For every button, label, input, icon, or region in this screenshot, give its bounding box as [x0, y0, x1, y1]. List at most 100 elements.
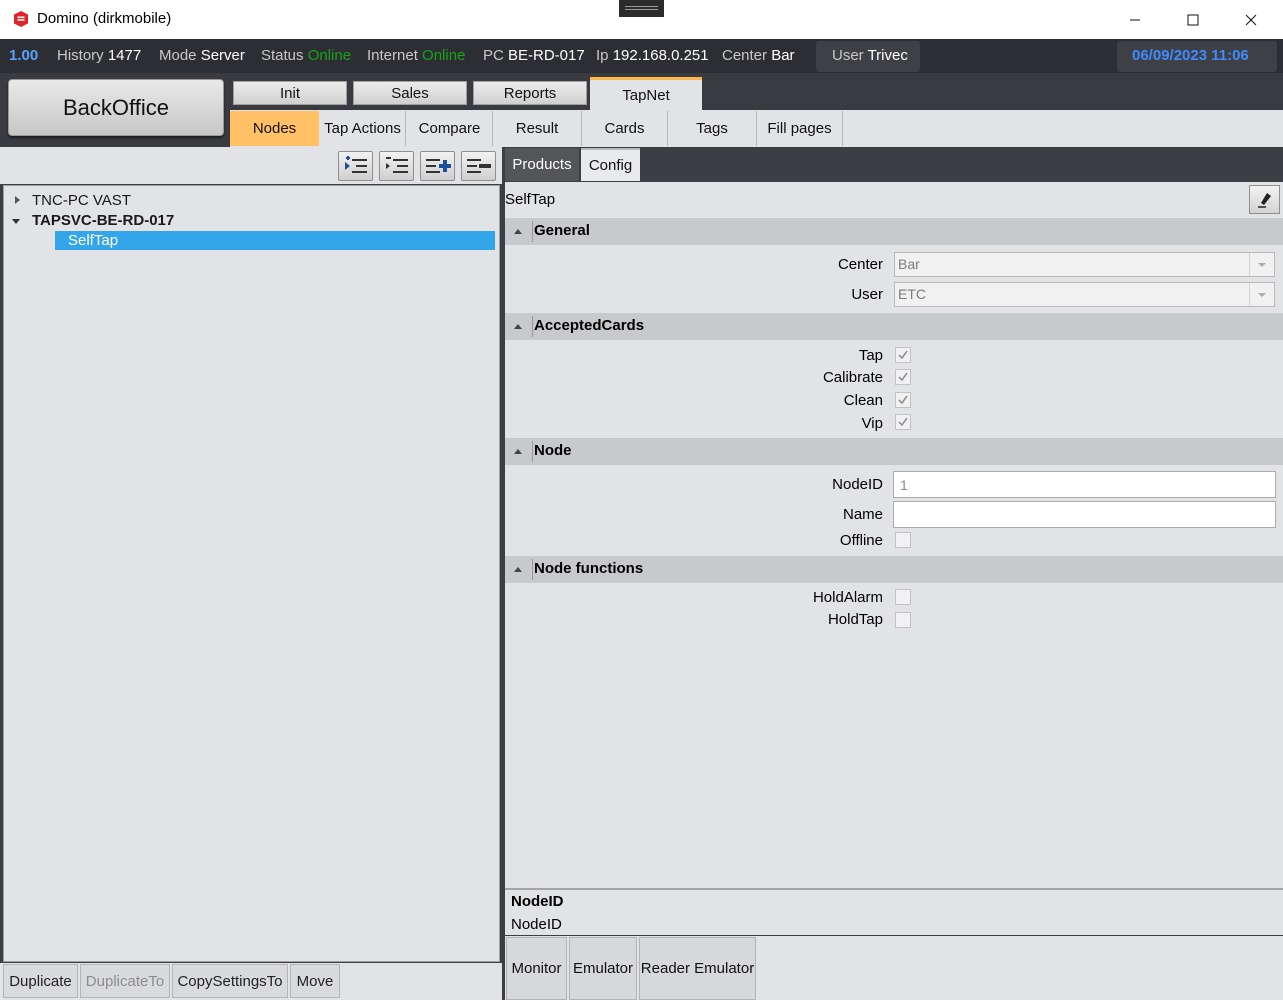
ip-label: Ip 192.168.0.251 [596, 47, 709, 64]
expand-all-button[interactable] [338, 151, 373, 181]
internet-label: Internet Online [367, 47, 466, 64]
chevron-down-icon [1258, 292, 1266, 297]
collapse-all-button[interactable] [379, 151, 414, 181]
center-combo[interactable]: Bar [894, 252, 1275, 277]
pencil-icon [1257, 192, 1271, 208]
nodeid-value: 1 [900, 477, 908, 493]
user-combo-value: ETC [898, 286, 926, 302]
subtab-fill-pages[interactable]: Fill pages [757, 111, 843, 146]
pc-value: BE-RD-017 [508, 47, 585, 64]
clean-checkbox[interactable] [895, 392, 911, 408]
duplicate-to-button[interactable]: DuplicateTo [80, 964, 170, 998]
collapse-section-icon[interactable] [513, 227, 523, 235]
section-accepted-cards[interactable]: AcceptedCards [505, 313, 1283, 340]
subtab-tags[interactable]: Tags [668, 111, 757, 146]
remove-node-button[interactable] [461, 151, 496, 181]
collapse-section-icon[interactable] [513, 565, 523, 573]
copy-settings-to-button[interactable]: CopySettingsTo [172, 964, 288, 998]
drag-handle[interactable] [619, 0, 664, 17]
section-title: AcceptedCards [534, 317, 645, 334]
subtab-cards[interactable]: Cards [582, 111, 668, 146]
holdtap-checkbox[interactable] [895, 612, 911, 628]
node-tree [3, 185, 500, 962]
tab-reports[interactable]: Reports [473, 81, 587, 105]
close-icon [1245, 14, 1257, 25]
collapse-section-icon[interactable] [513, 322, 523, 330]
expand-all-icon [344, 156, 367, 173]
section-node-functions[interactable]: Node functions [505, 556, 1283, 583]
vip-label: Vip [861, 415, 883, 432]
vip-checkbox[interactable] [895, 414, 911, 430]
name-label: Name [842, 506, 883, 523]
tree-node-selftap[interactable]: SelfTap [68, 232, 118, 249]
tab-products[interactable]: Products [505, 148, 579, 181]
property-description [505, 888, 1283, 935]
holdalarm-label: HoldAlarm [812, 589, 883, 606]
tab-init[interactable]: Init [233, 81, 347, 105]
subtab-result[interactable]: Result [493, 111, 582, 146]
ip-value: 192.168.0.251 [612, 47, 709, 64]
collapse-arrow-icon[interactable] [11, 218, 21, 226]
tap-checkbox[interactable] [895, 347, 911, 363]
checkmark-icon [898, 395, 908, 405]
reader-emulator-button[interactable]: Reader Emulator [639, 937, 756, 1000]
calibrate-checkbox[interactable] [895, 369, 911, 385]
emulator-button[interactable]: Emulator [569, 937, 637, 1000]
center-label: Center [837, 256, 883, 273]
status-label: Status Online [261, 47, 352, 64]
expand-arrow-icon[interactable] [14, 195, 22, 205]
center-value: Bar [771, 47, 795, 64]
section-general[interactable]: General [505, 218, 1283, 245]
minimize-icon [1130, 19, 1140, 20]
tab-sales[interactable]: Sales [353, 81, 467, 105]
checkmark-icon [898, 417, 908, 427]
tree-selection-highlight[interactable] [55, 231, 495, 250]
checkmark-icon [898, 372, 908, 382]
tab-tapnet[interactable]: TapNet [590, 77, 702, 110]
mode-value: Server [200, 47, 245, 64]
subtab-compare[interactable]: Compare [407, 111, 493, 146]
user-label: User [851, 286, 883, 303]
maximize-button[interactable] [1164, 0, 1222, 39]
subtab-nodes[interactable]: Nodes [230, 111, 319, 146]
offline-checkbox[interactable] [895, 532, 911, 548]
collapse-all-icon [385, 157, 408, 173]
nodeid-label: NodeID [832, 476, 883, 493]
holdalarm-checkbox[interactable] [895, 589, 911, 605]
description-title: NodeID [511, 893, 564, 910]
history-label: History 1477 [57, 47, 142, 64]
tab-config[interactable]: Config [581, 148, 640, 181]
tree-node-tnc-pc-vast[interactable]: TNC-PC VAST [32, 192, 131, 209]
collapse-section-icon[interactable] [513, 447, 523, 455]
history-value: 1477 [107, 47, 142, 64]
tree-node-tapsvc[interactable]: TAPSVC-BE-RD-017 [32, 212, 174, 229]
holdtap-label: HoldTap [827, 611, 883, 628]
user-combo[interactable]: ETC [894, 282, 1275, 307]
add-node-button[interactable] [420, 151, 455, 181]
description-text: NodeID [511, 916, 562, 933]
edit-button[interactable] [1249, 185, 1280, 214]
title-bar: Domino (dirkmobile) [0, 0, 1283, 39]
subtab-tap-actions[interactable]: Tap Actions [320, 111, 406, 146]
add-node-icon [425, 159, 451, 173]
minimize-button[interactable] [1106, 0, 1164, 39]
nodeid-field[interactable]: 1 [893, 471, 1276, 498]
section-node[interactable]: Node [505, 438, 1283, 465]
clean-label: Clean [843, 392, 883, 409]
duplicate-button[interactable]: Duplicate [3, 964, 78, 998]
close-button[interactable] [1222, 0, 1280, 39]
section-title: Node [534, 442, 572, 459]
datetime-value: 06/09/2023 11:06 [1132, 47, 1249, 64]
offline-label: Offline [839, 532, 883, 549]
center-label: Center Bar [722, 47, 795, 64]
move-button[interactable]: Move [290, 964, 340, 998]
maximize-icon [1187, 14, 1199, 25]
tap-label: Tap [858, 347, 883, 364]
user-value: Trivec [867, 47, 908, 64]
remove-node-icon [466, 159, 491, 173]
monitor-button[interactable]: Monitor [506, 937, 567, 1000]
center-combo-value: Bar [898, 256, 920, 272]
calibrate-label: Calibrate [822, 369, 883, 386]
backoffice-button[interactable]: BackOffice [8, 79, 224, 136]
name-field[interactable] [893, 501, 1276, 528]
